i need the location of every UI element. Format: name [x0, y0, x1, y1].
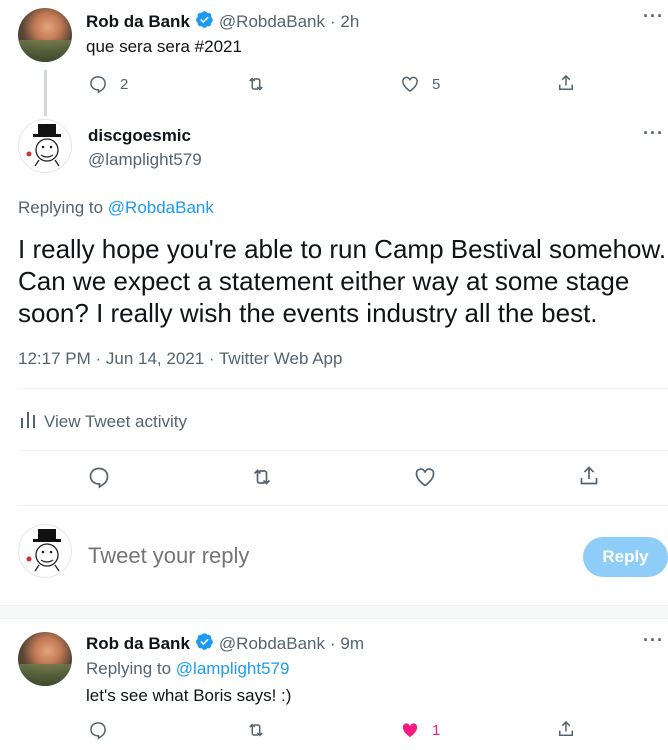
like-button[interactable]: 1 — [400, 720, 440, 740]
divider — [18, 450, 668, 451]
reply-button[interactable] — [88, 720, 108, 740]
retweet-icon — [245, 74, 267, 94]
tweet-text: I really hope you're able to run Camp Be… — [18, 233, 666, 329]
heart-filled-icon — [400, 720, 420, 740]
verified-icon — [195, 10, 214, 34]
reply-submit-button[interactable]: Reply — [583, 537, 668, 577]
divider — [18, 388, 668, 389]
activity-label: View Tweet activity — [44, 411, 187, 431]
more-icon[interactable]: ··· — [643, 630, 664, 651]
tweet-text-line: soon? I really wish the events industry … — [18, 298, 598, 328]
divider — [18, 505, 668, 506]
tweet-text-line: Can we expect a statement either way at … — [18, 266, 630, 296]
share-button[interactable] — [556, 73, 576, 93]
share-button[interactable] — [577, 464, 601, 488]
author-name[interactable]: Rob da Bank — [86, 634, 190, 654]
tweet-text: que sera sera #2021 — [86, 37, 242, 56]
activity-icon — [20, 410, 36, 433]
reply-count: 2 — [120, 75, 129, 93]
tweet-time[interactable]: · 9m — [330, 634, 364, 654]
replying-to-link[interactable]: @lamplight579 — [176, 659, 290, 678]
tweet-header: Rob da Bank @RobdaBank · 2h — [86, 10, 359, 34]
share-icon — [556, 73, 576, 93]
like-icon — [400, 74, 420, 94]
reply-button[interactable]: 2 — [88, 74, 128, 94]
like-button[interactable]: 5 — [400, 74, 440, 94]
tweet-text: let's see what Boris says! :) — [86, 686, 292, 705]
author-name[interactable]: Rob da Bank — [86, 12, 190, 32]
replying-to: Replying to @RobdaBank — [18, 198, 214, 218]
like-count: 1 — [432, 721, 441, 739]
thread-line — [44, 70, 47, 116]
retweet-button[interactable] — [245, 74, 267, 94]
reply-icon — [88, 74, 108, 94]
retweet-button[interactable] — [245, 720, 267, 740]
like-icon — [413, 465, 437, 489]
author-handle[interactable]: @RobdaBank — [219, 12, 325, 32]
view-activity-link[interactable]: View Tweet activity — [20, 410, 187, 433]
verified-icon — [195, 632, 214, 656]
author-handle[interactable]: @lamplight579 — [88, 150, 202, 170]
avatar[interactable] — [18, 8, 72, 62]
reply-icon — [88, 720, 108, 740]
tweet-meta[interactable]: 12:17 PM · Jun 14, 2021 · Twitter Web Ap… — [18, 349, 342, 369]
more-icon[interactable]: ··· — [643, 6, 664, 27]
retweet-icon — [245, 720, 267, 740]
retweet-button[interactable] — [249, 465, 275, 489]
reply-button[interactable] — [87, 465, 111, 489]
avatar[interactable] — [18, 119, 72, 173]
replying-to: Replying to @lamplight579 — [86, 659, 289, 679]
replying-label: Replying to — [86, 659, 176, 678]
tweet-header: Rob da Bank @RobdaBank · 9m — [86, 632, 364, 656]
share-icon — [556, 719, 576, 739]
section-divider — [0, 605, 668, 619]
more-icon[interactable]: ··· — [643, 123, 664, 144]
like-button[interactable] — [413, 465, 437, 489]
avatar[interactable] — [18, 632, 72, 686]
author-handle[interactable]: @RobdaBank — [219, 634, 325, 654]
share-icon — [577, 464, 601, 488]
retweet-icon — [249, 465, 275, 489]
avatar — [18, 524, 72, 578]
author-name[interactable]: discgoesmic — [88, 126, 191, 146]
tweet-text-line: I really hope you're able to run Camp Be… — [18, 234, 667, 264]
tweet-time[interactable]: · 2h — [330, 12, 359, 32]
reply-icon — [87, 465, 111, 489]
like-count: 5 — [432, 75, 441, 93]
avatar-illustration — [26, 529, 61, 572]
replying-to-link[interactable]: @RobdaBank — [108, 198, 214, 217]
replying-label: Replying to — [18, 198, 108, 217]
share-button[interactable] — [556, 719, 576, 739]
avatar-illustration — [26, 124, 61, 167]
reply-input[interactable] — [86, 538, 568, 574]
